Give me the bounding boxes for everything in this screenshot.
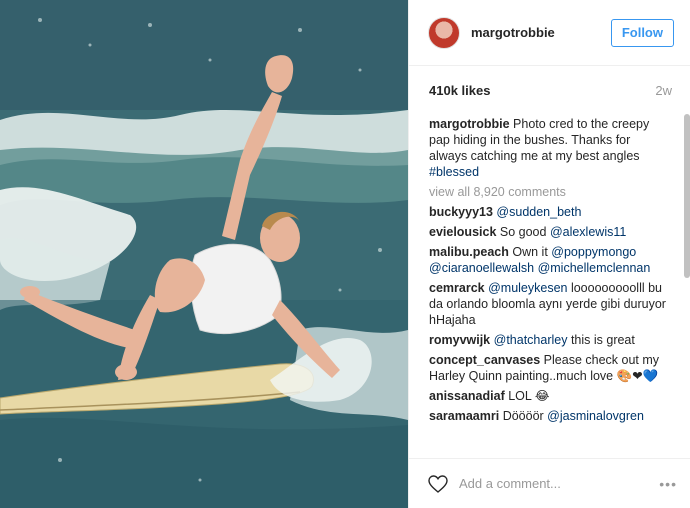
follow-button[interactable]: Follow (610, 18, 674, 47)
comment-text: So good (499, 225, 550, 239)
comment-item: cemrarck @muleykesen looooooooolll bu da… (429, 280, 669, 328)
post-age[interactable]: 2w (655, 83, 672, 98)
comment-username[interactable]: buckyyy13 (429, 205, 493, 219)
comment-mention[interactable]: @thatcharley (494, 333, 568, 347)
view-all-comments-link[interactable]: view all 8,920 comments (429, 184, 669, 200)
comment-item: evielousick So good @alexlewis11 (429, 224, 669, 240)
comment-item: malibu.peach Own it @poppymongo @ciarano… (429, 244, 669, 276)
post-stats: 410k likes 2w (409, 66, 690, 114)
comment-text-after: this is great (567, 333, 635, 347)
avatar[interactable] (428, 16, 460, 49)
comment-item: concept_canvases Please check out my Har… (429, 352, 669, 384)
comment-text: LOL 😂 (508, 389, 550, 403)
post-username[interactable]: margotrobbie (471, 25, 611, 40)
heart-icon[interactable] (428, 474, 448, 494)
comment-mention[interactable]: @jasminalovgren (547, 409, 644, 423)
comment-username[interactable]: anissanadiaf (429, 389, 505, 403)
comment-username[interactable]: concept_canvases (429, 353, 540, 367)
comment-mention[interactable]: @sudden_beth (496, 205, 581, 219)
caption-hashtag[interactable]: #blessed (429, 165, 479, 179)
comment-username[interactable]: malibu.peach (429, 245, 509, 259)
comment-username[interactable]: cemrarck (429, 281, 485, 295)
post-photo[interactable] (0, 0, 408, 508)
comments-scrollbar[interactable] (684, 114, 690, 278)
add-comment-input[interactable] (459, 476, 660, 491)
comment-item: anissanadiaf LOL 😂 (429, 388, 669, 404)
comment-mention[interactable]: @muleykesen (488, 281, 567, 295)
comment-item: buckyyy13 @sudden_beth (429, 204, 669, 220)
comment-username[interactable]: romyvwijk (429, 333, 490, 347)
post-caption: margotrobbie Photo cred to the creepy pa… (429, 116, 669, 180)
likes-count[interactable]: 410k likes (429, 83, 490, 98)
comment-text: Döööör (502, 409, 548, 423)
post-side-panel: margotrobbie Follow 410k likes 2w margot… (408, 0, 690, 508)
more-options-icon[interactable]: ••• (659, 476, 677, 492)
comment-username[interactable]: evielousick (429, 225, 496, 239)
comment-text: Own it (512, 245, 552, 259)
caption-username[interactable]: margotrobbie (429, 117, 510, 131)
surfer-illustration (0, 0, 408, 508)
comment-item: saramaamri Döööör @jasminalovgren (429, 408, 669, 424)
comment-username[interactable]: saramaamri (429, 409, 499, 423)
comment-item: romyvwijk @thatcharley this is great (429, 332, 669, 348)
comment-composer: ••• (409, 458, 690, 508)
comment-mention[interactable]: @alexlewis11 (550, 225, 626, 239)
post-header: margotrobbie Follow (409, 0, 690, 66)
comments-list[interactable]: margotrobbie Photo cred to the creepy pa… (409, 114, 683, 452)
